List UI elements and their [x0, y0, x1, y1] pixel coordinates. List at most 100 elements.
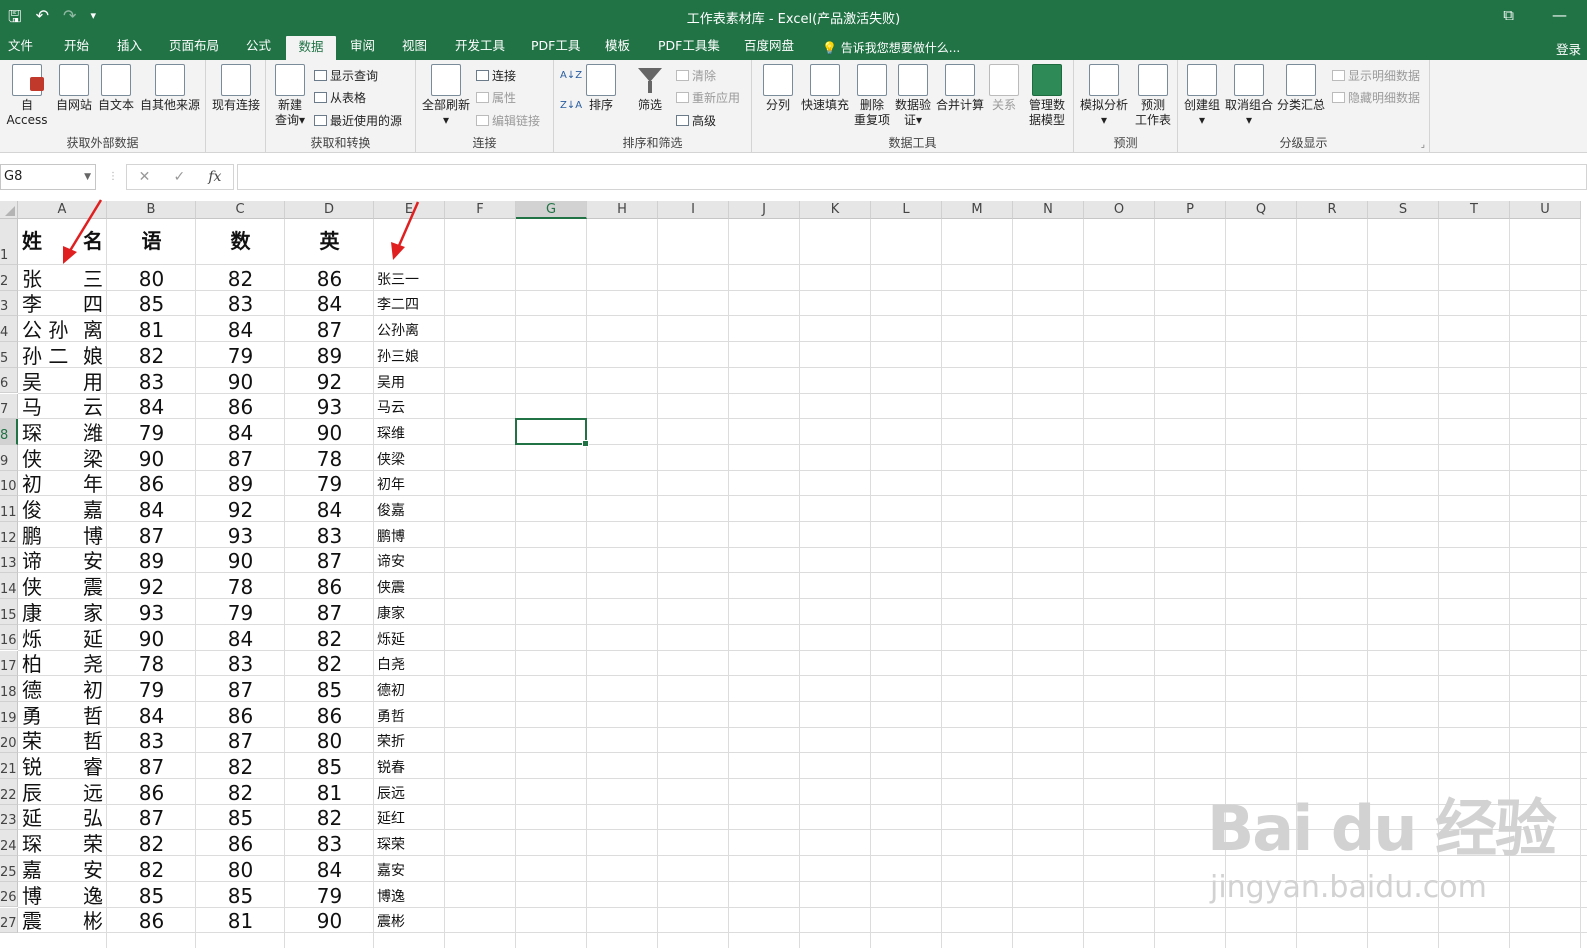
hide-detail-button[interactable]: 隐藏明细数据 [1332, 89, 1420, 106]
tab-insert[interactable]: 插入 [113, 34, 146, 60]
header-chinese[interactable]: 语 [107, 231, 196, 251]
chevron-down-icon[interactable]: ▼ [84, 165, 91, 189]
tab-pdf-tools[interactable]: PDF工具 [527, 34, 584, 60]
cell-full-name[interactable]: 烁延 [377, 633, 405, 647]
row-header[interactable]: 10 [0, 470, 18, 497]
row-header[interactable]: 7 [0, 393, 18, 420]
recent-sources-button[interactable]: 最近使用的源 [314, 112, 402, 129]
row-header[interactable]: 25 [0, 856, 18, 882]
group-button[interactable]: 创建组 ▾ [1182, 64, 1222, 128]
cell-score-english[interactable]: 84 [285, 860, 374, 880]
from-other-sources-button[interactable]: 自其他来源 [138, 64, 202, 113]
row-header[interactable]: 13 [0, 547, 18, 574]
cell-score-english[interactable]: 82 [285, 808, 374, 828]
cell-score-chinese[interactable]: 90 [107, 629, 196, 649]
cell-given-name[interactable]: 远 [18, 783, 103, 803]
row-header[interactable]: 21 [0, 753, 18, 779]
tab-page-layout[interactable]: 页面布局 [165, 34, 223, 60]
tab-view[interactable]: 视图 [398, 34, 431, 60]
cell-given-name[interactable]: 用 [18, 372, 103, 392]
cell-score-math[interactable]: 85 [196, 886, 285, 906]
cell-score-math[interactable]: 87 [196, 449, 285, 469]
cell-given-name[interactable]: 云 [18, 397, 103, 417]
cell-score-english[interactable]: 92 [285, 372, 374, 392]
cell-score-chinese[interactable]: 82 [107, 346, 196, 366]
cell-score-chinese[interactable]: 82 [107, 860, 196, 880]
cell-score-english[interactable]: 86 [285, 577, 374, 597]
cell-given-name[interactable]: 哲 [18, 706, 103, 726]
cell-full-name[interactable]: 俊嘉 [377, 504, 405, 518]
cell-score-english[interactable]: 82 [285, 629, 374, 649]
clear-filter-button[interactable]: 清除 [676, 67, 716, 84]
filter-button[interactable]: 筛选 [632, 64, 668, 113]
cell-score-chinese[interactable]: 87 [107, 526, 196, 546]
cell-score-math[interactable]: 83 [196, 654, 285, 674]
row-header[interactable]: 19 [0, 701, 18, 728]
cell-score-english[interactable]: 79 [285, 474, 374, 494]
cell-given-name[interactable]: 博 [18, 526, 103, 546]
cell-score-math[interactable]: 83 [196, 294, 285, 314]
cell-score-english[interactable]: 84 [285, 294, 374, 314]
cell-score-math[interactable]: 87 [196, 680, 285, 700]
column-header-i[interactable]: I [658, 201, 729, 219]
row-header[interactable]: 14 [0, 573, 18, 600]
column-header-h[interactable]: H [587, 201, 658, 219]
cell-score-math[interactable]: 84 [196, 423, 285, 443]
row-header[interactable]: 20 [0, 727, 18, 754]
tab-developer[interactable]: 开发工具 [451, 34, 509, 60]
cell-full-name[interactable]: 鹏博 [377, 530, 405, 544]
row-header[interactable]: 9 [0, 444, 18, 471]
column-header-t[interactable]: T [1439, 201, 1510, 219]
cell-score-chinese[interactable]: 85 [107, 294, 196, 314]
row-header[interactable]: 5 [0, 342, 18, 368]
cell-score-math[interactable]: 82 [196, 269, 285, 289]
cell-score-math[interactable]: 89 [196, 474, 285, 494]
cell-score-chinese[interactable]: 79 [107, 680, 196, 700]
cell-full-name[interactable]: 震彬 [377, 915, 405, 929]
remove-duplicates-button[interactable]: 删除 重复项 [852, 64, 892, 128]
column-header-m[interactable]: M [942, 201, 1013, 219]
new-query-button[interactable]: 新建 查询▾ [270, 64, 310, 128]
cell-score-chinese[interactable]: 93 [107, 603, 196, 623]
column-header-f[interactable]: F [445, 201, 516, 219]
cell-score-chinese[interactable]: 83 [107, 372, 196, 392]
cell-full-name[interactable]: 公孙离 [377, 324, 419, 338]
cell-given-name[interactable]: 离 [18, 320, 103, 340]
cell-given-name[interactable]: 哲 [18, 731, 103, 751]
cell-full-name[interactable]: 初年 [377, 478, 405, 492]
from-text-button[interactable]: 自文本 [96, 64, 136, 113]
cell-score-english[interactable]: 90 [285, 911, 374, 931]
row-header[interactable]: 4 [0, 316, 18, 343]
cell-score-chinese[interactable]: 87 [107, 808, 196, 828]
tab-baidu-netdisk[interactable]: 百度网盘 [740, 34, 798, 60]
cell-score-chinese[interactable]: 84 [107, 397, 196, 417]
properties-button[interactable]: 属性 [476, 89, 516, 106]
cell-score-english[interactable]: 84 [285, 500, 374, 520]
sort-z-to-a-button[interactable]: Z↓A [560, 100, 582, 111]
row-header[interactable]: 23 [0, 804, 18, 831]
cell-score-english[interactable]: 86 [285, 706, 374, 726]
cell-score-english[interactable]: 79 [285, 886, 374, 906]
reapply-button[interactable]: 重新应用 [676, 89, 740, 106]
cell-given-name[interactable]: 安 [18, 860, 103, 880]
row-header[interactable]: 16 [0, 624, 18, 651]
sort-a-to-z-button[interactable]: A↓Z [560, 70, 582, 81]
dialog-launcher-icon[interactable]: ⌟ [1421, 140, 1425, 150]
column-header-r[interactable]: R [1297, 201, 1368, 219]
restore-ribbon-icon[interactable]: ⧉ [1503, 6, 1514, 24]
cell-score-chinese[interactable]: 80 [107, 269, 196, 289]
cell-full-name[interactable]: 琛荣 [377, 838, 405, 852]
edit-links-button[interactable]: 编辑链接 [476, 112, 540, 129]
cell-score-math[interactable]: 93 [196, 526, 285, 546]
cell-given-name[interactable]: 四 [18, 294, 103, 314]
column-header-n[interactable]: N [1013, 201, 1084, 219]
cell-given-name[interactable]: 延 [18, 629, 103, 649]
row-header[interactable]: 26 [0, 881, 18, 908]
from-table-button[interactable]: 从表格 [314, 89, 366, 106]
column-header-p[interactable]: P [1155, 201, 1226, 219]
tab-templates[interactable]: 模板 [601, 34, 634, 60]
subtotal-button[interactable]: 分类汇总 [1276, 64, 1326, 113]
cell-score-english[interactable]: 83 [285, 834, 374, 854]
manage-data-model-button[interactable]: 管理数 据模型 [1024, 64, 1070, 128]
connections-button[interactable]: 连接 [476, 67, 516, 84]
